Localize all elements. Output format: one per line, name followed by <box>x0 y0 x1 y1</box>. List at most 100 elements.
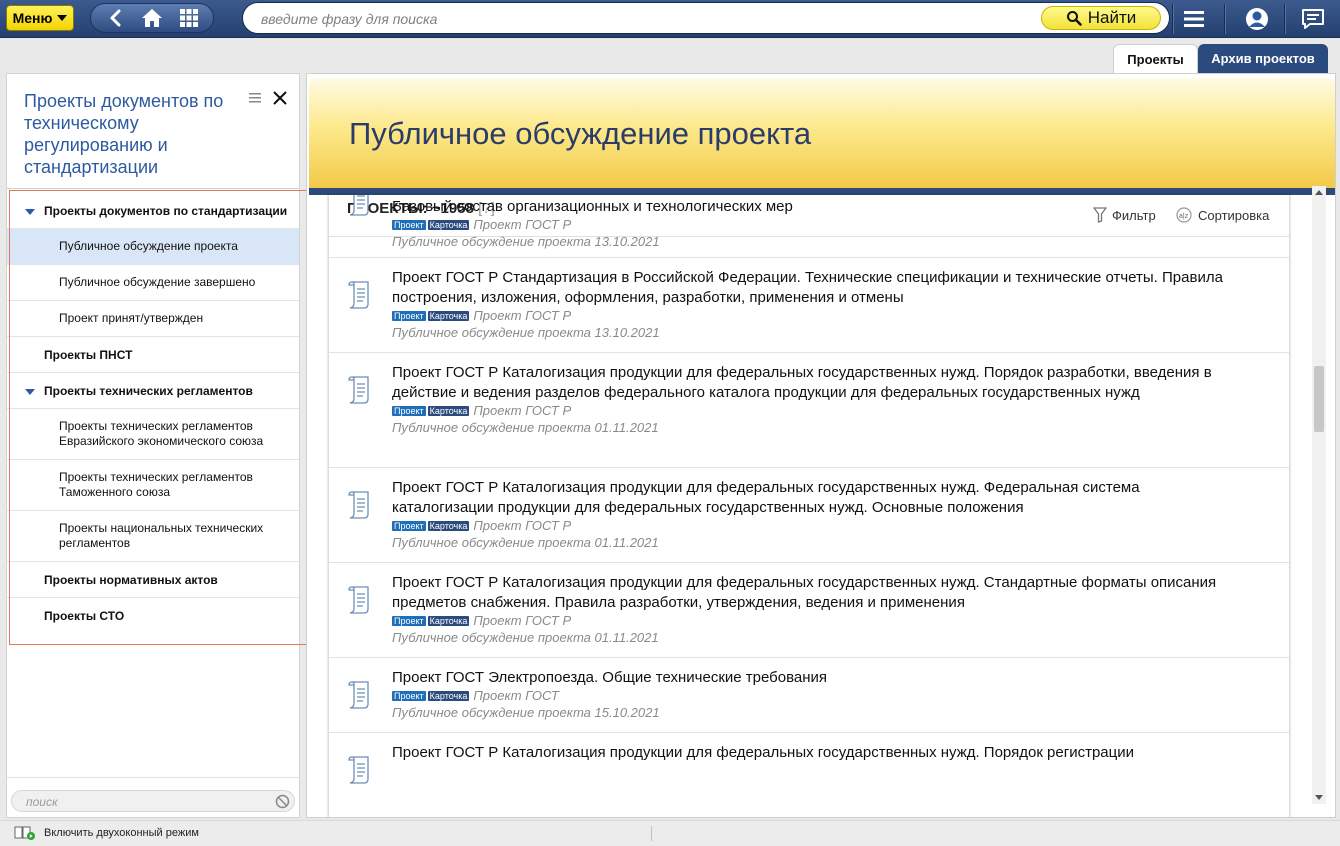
sidebar-item-label: Проекты национальных технических регламе… <box>59 521 264 550</box>
main-content: Публичное обсуждение проекта ПРОЕКТЫ: ~1… <box>306 73 1336 818</box>
row-badges: Проект Карточка Проект ГОСТ Р <box>392 518 1229 534</box>
row-status: Публичное обсуждение проекта 01.11.2021 <box>392 535 659 550</box>
card-badge[interactable]: Карточка <box>427 220 470 230</box>
row-status: Публичное обсуждение проекта 01.11.2021 <box>392 420 659 435</box>
row-type: Проект ГОСТ Р <box>473 613 572 628</box>
document-icon <box>348 756 369 784</box>
user-profile-icon[interactable] <box>1240 4 1274 34</box>
list-item[interactable]: Проект ГОСТ Р Каталогизация продукции дл… <box>329 733 1289 793</box>
sidebar-item-pnst[interactable]: Проекты ПНСТ <box>7 337 299 373</box>
list-item[interactable]: Проект ГОСТ Р Каталогизация продукции дл… <box>329 353 1289 468</box>
sidebar-item-sto[interactable]: Проекты СТО <box>7 598 299 634</box>
sidebar-item-label: Проекты технических регламентов Евразийс… <box>59 419 264 448</box>
status-divider <box>651 826 652 841</box>
project-badge[interactable]: Проект <box>392 406 426 416</box>
row-title[interactable]: Проект ГОСТ Р Каталогизация продукции дл… <box>392 363 1229 403</box>
menu-button[interactable]: Меню <box>6 5 74 31</box>
list-item[interactable]: Проект ГОСТ Р Каталогизация продукции дл… <box>329 563 1289 658</box>
page-title: Публичное обсуждение проекта <box>349 116 812 151</box>
row-type: Проект ГОСТ Р <box>473 308 572 323</box>
list-item[interactable]: Проект ГОСТ Р Каталогизация продукции дл… <box>329 468 1289 563</box>
project-badge[interactable]: Проект <box>392 220 426 230</box>
tab-projects[interactable]: Проекты <box>1113 44 1198 73</box>
sidebar-item-public-discussion[interactable]: Публичное обсуждение проекта <box>7 229 299 265</box>
projects-list: ПРОЕКТЫ: ~1958 [?] Фильтр a|z Сортировка… <box>329 195 1289 817</box>
find-button[interactable]: Найти <box>1041 6 1161 30</box>
scroll-up-arrow[interactable] <box>1315 190 1323 195</box>
messages-icon[interactable] <box>1296 4 1330 34</box>
document-icon <box>349 195 369 216</box>
sidebar-item-label: Публичное обсуждение проекта <box>59 239 238 253</box>
two-window-mode-toggle[interactable]: Включить двухоконный режим <box>14 826 199 840</box>
card-badge[interactable]: Карточка <box>427 521 470 531</box>
navigation-group <box>90 3 214 33</box>
expand-arrow-icon[interactable] <box>25 388 35 395</box>
list-menu-icon[interactable] <box>248 91 262 105</box>
row-title[interactable]: Проект ГОСТ Р Каталогизация продукции дл… <box>392 478 1229 518</box>
toolbar-divider <box>1172 4 1173 34</box>
sidebar-item-label: Проект принят/утвержден <box>59 311 204 325</box>
sidebar-item-label: Проекты нормативных актов <box>44 572 218 587</box>
hamburger-menu-icon[interactable] <box>1177 4 1211 34</box>
card-badge[interactable]: Карточка <box>427 616 470 626</box>
clear-icon[interactable] <box>275 794 290 809</box>
project-badge[interactable]: Проект <box>392 521 426 531</box>
scroll-thumb[interactable] <box>1314 366 1324 432</box>
document-icon <box>348 586 369 614</box>
toolbar-divider <box>1224 4 1225 34</box>
row-title[interactable]: Базовый состав организационных и техноло… <box>392 197 1229 217</box>
divider <box>7 777 299 778</box>
card-badge[interactable]: Карточка <box>427 311 470 321</box>
toolbar-divider <box>1284 4 1285 34</box>
sidebar-item-tech-regulations[interactable]: Проекты технических регламентов <box>7 373 299 409</box>
card-badge[interactable]: Карточка <box>427 406 470 416</box>
project-badge[interactable]: Проект <box>392 691 426 701</box>
home-icon[interactable] <box>138 5 166 31</box>
close-icon[interactable] <box>271 89 289 107</box>
sidebar-search-input[interactable] <box>26 794 266 809</box>
main-scrollbar[interactable] <box>1312 186 1326 804</box>
sidebar-item-discussion-completed[interactable]: Публичное обсуждение завершено <box>7 265 299 301</box>
document-icon <box>348 281 369 309</box>
sidebar-search <box>11 790 295 812</box>
sidebar-item-label: Проекты ПНСТ <box>44 347 133 362</box>
status-bar: Включить двухоконный режим <box>0 820 1340 846</box>
scroll-down-arrow[interactable] <box>1315 795 1323 800</box>
row-badges: Проект Карточка Проект ГОСТ <box>392 688 1229 704</box>
document-icon <box>348 491 369 519</box>
sidebar-item-standardization[interactable]: Проекты документов по стандартизации <box>7 193 299 229</box>
sidebar-title: Проекты документов по техническому регул… <box>24 91 224 177</box>
sidebar-item-eaeu-regulations[interactable]: Проекты технических регламентов Евразийс… <box>7 409 299 460</box>
row-title[interactable]: Проект ГОСТ Р Стандартизация в Российско… <box>392 268 1229 308</box>
banner-underline <box>309 188 1335 195</box>
find-label: Найти <box>1087 8 1137 27</box>
two-window-label: Включить двухоконный режим <box>44 827 199 839</box>
list-item[interactable]: Проект ГОСТ Р Стандартизация в Российско… <box>329 258 1289 353</box>
two-windows-icon <box>14 826 35 840</box>
sidebar: Проекты документов по техническому регул… <box>6 73 300 818</box>
grid-icon[interactable] <box>175 5 203 31</box>
chevron-down-icon <box>57 15 68 21</box>
row-title[interactable]: Проект ГОСТ Р Каталогизация продукции дл… <box>392 743 1229 763</box>
row-title[interactable]: Проект ГОСТ Электропоезда. Общие техниче… <box>392 668 1229 688</box>
tab-archive[interactable]: Архив проектов <box>1198 44 1328 73</box>
document-icon <box>348 376 369 404</box>
sidebar-item-normative-acts[interactable]: Проекты нормативных актов <box>7 562 299 598</box>
menu-label: Меню <box>12 10 53 26</box>
list-item[interactable]: Базовый состав организационных и техноло… <box>329 195 1289 258</box>
project-badge[interactable]: Проект <box>392 616 426 626</box>
list-item[interactable]: Проект ГОСТ Электропоезда. Общие техниче… <box>329 658 1289 733</box>
sidebar-item-national-regulations[interactable]: Проекты национальных технических регламе… <box>7 511 299 562</box>
row-status: Публичное обсуждение проекта 13.10.2021 <box>392 234 660 249</box>
sidebar-item-customs-union-regulations[interactable]: Проекты технических регламентов Таможенн… <box>7 460 299 511</box>
row-title[interactable]: Проект ГОСТ Р Каталогизация продукции дл… <box>392 573 1229 613</box>
sidebar-item-approved[interactable]: Проект принят/утвержден <box>7 301 299 337</box>
search-input[interactable] <box>261 9 1021 29</box>
back-arrow-icon[interactable] <box>101 5 129 31</box>
sidebar-item-label: Проекты документов по стандартизации <box>44 203 288 218</box>
project-badge[interactable]: Проект <box>392 311 426 321</box>
row-badges: Проект Карточка Проект ГОСТ Р <box>392 217 1229 233</box>
expand-arrow-icon[interactable] <box>25 208 35 215</box>
card-badge[interactable]: Карточка <box>427 691 470 701</box>
row-badges: Проект Карточка Проект ГОСТ Р <box>392 613 1229 629</box>
